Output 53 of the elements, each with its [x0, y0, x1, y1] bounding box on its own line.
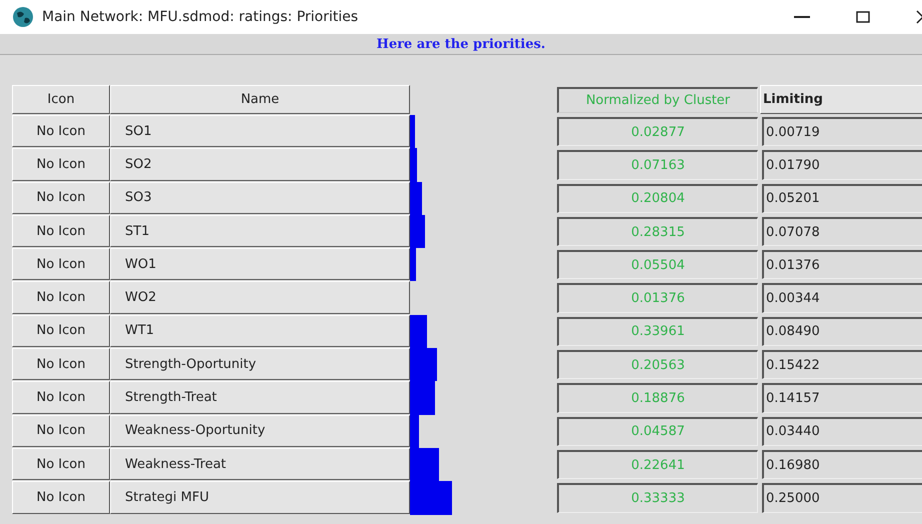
name-cell: SO1 — [110, 115, 410, 148]
normalized-cell: 0.18876 — [557, 383, 758, 413]
name-cell: WO2 — [110, 281, 410, 314]
icon-cell: No Icon — [12, 348, 110, 380]
normalized-cell: 0.22641 — [557, 450, 758, 480]
name-cell: Strategi MFU — [110, 481, 410, 514]
icon-cell: No Icon — [12, 214, 110, 248]
name-cell: SO2 — [110, 148, 410, 181]
name-cell: Strength-Treat — [110, 381, 410, 414]
limiting-cell: 0.05201 — [762, 184, 922, 213]
limiting-cell: 0.01376 — [762, 250, 922, 280]
normalized-cell: 0.02877 — [557, 117, 758, 146]
limiting-cell: 0.08490 — [762, 316, 922, 346]
name-cell: WO1 — [110, 248, 410, 280]
normalized-cell: 0.20804 — [557, 184, 758, 213]
normalized-cell: 0.01376 — [557, 283, 758, 313]
normalized-cell: 0.33333 — [557, 483, 758, 513]
name-cell: WT1 — [110, 314, 410, 348]
icon-cell: No Icon — [12, 148, 110, 181]
limiting-cell: 0.15422 — [762, 350, 922, 380]
name-cell: ST1 — [110, 214, 410, 248]
name-cell: Weakness-Oportunity — [110, 414, 410, 447]
icon-cell: No Icon — [12, 248, 110, 280]
icon-cell: No Icon — [12, 182, 110, 214]
limiting-cell: 0.03440 — [762, 416, 922, 446]
limiting-cell: 0.00344 — [762, 283, 922, 313]
column-header[interactable]: Icon — [12, 85, 110, 114]
icon-cell: No Icon — [12, 414, 110, 447]
window-title: Main Network: MFU.sdmod: ratings: Priorities — [42, 9, 358, 25]
name-cell: Weakness-Treat — [110, 448, 410, 480]
icon-cell: No Icon — [12, 115, 110, 148]
icon-cell: No Icon — [12, 381, 110, 414]
normalized-cell: 0.20563 — [557, 350, 758, 380]
banner-text: Here are the priorities. — [376, 36, 546, 52]
icon-cell: No Icon — [12, 314, 110, 348]
normalized-cell: 0.05504 — [557, 250, 758, 280]
icon-cell: No Icon — [12, 448, 110, 480]
limiting-cell: 0.00719 — [762, 117, 922, 146]
limiting-cell: 0.25000 — [762, 483, 922, 513]
normalized-cell: 0.28315 — [557, 216, 758, 246]
normalized-cell: 0.33961 — [557, 316, 758, 346]
icon-cell: No Icon — [12, 281, 110, 314]
limiting-cell: 0.01790 — [762, 150, 922, 180]
name-cell: SO3 — [110, 182, 410, 214]
limiting-cell: 0.16980 — [762, 450, 922, 480]
limiting-cell: 0.14157 — [762, 383, 922, 413]
column-header[interactable]: Name — [110, 85, 410, 114]
limiting-cell: 0.07078 — [762, 216, 922, 246]
name-cell: Strength-Oportunity — [110, 348, 410, 380]
normalized-cell: 0.04587 — [557, 416, 758, 446]
icon-cell: No Icon — [12, 481, 110, 514]
column-header[interactable]: Limiting — [760, 85, 922, 114]
normalized-cell: 0.07163 — [557, 150, 758, 180]
